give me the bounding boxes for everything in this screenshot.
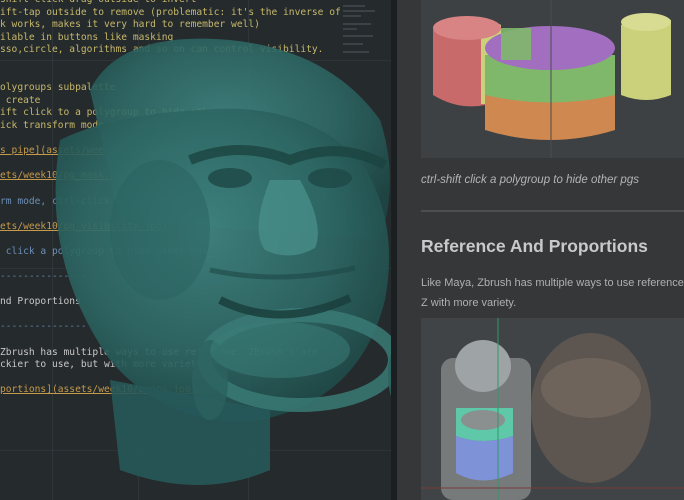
- code-line[interactable]: ick transform mode to mask all other pgs: [0, 120, 400, 133]
- code-line[interactable]: [0, 208, 400, 221]
- code-line[interactable]: olygroups subpalette: [0, 82, 400, 95]
- polygroup-visibility-image: [421, 0, 684, 158]
- code-line[interactable]: [0, 309, 400, 322]
- code-line[interactable]: [0, 133, 400, 146]
- minimap[interactable]: [335, 0, 387, 80]
- horizontal-rule: [421, 210, 684, 212]
- reference-proportions-image: [421, 318, 684, 500]
- markdown-preview[interactable]: ctrl-shift click a polygroup to hide oth…: [397, 0, 684, 500]
- code-line[interactable]: [0, 284, 400, 297]
- code-line[interactable]: ---------------: [0, 271, 400, 284]
- code-line[interactable]: create: [0, 95, 400, 108]
- section-paragraph: Like Maya, Zbrush has multiple ways to u…: [421, 277, 684, 309]
- code-line[interactable]: ckier to use, but with more variety.: [0, 359, 400, 372]
- code-line[interactable]: rm mode, ctrl-click a polygroup to mask …: [0, 196, 400, 209]
- code-line[interactable]: ets/week10/pg_visibility.jpg): [0, 221, 400, 234]
- code-line[interactable]: [0, 334, 400, 347]
- code-line[interactable]: [0, 372, 400, 385]
- code-line[interactable]: [0, 233, 400, 246]
- code-line[interactable]: s pipe](assets/week10/pg_pipe.jpg): [0, 145, 400, 158]
- code-line[interactable]: ift click to a polygroup to hide others: [0, 107, 400, 120]
- code-line[interactable]: click a polygroup to hide other pgs_: [0, 246, 400, 259]
- code-line[interactable]: [0, 183, 400, 196]
- code-line[interactable]: Zbrush has multiple ways to use referenc…: [0, 347, 400, 360]
- code-line[interactable]: [0, 158, 400, 171]
- code-line[interactable]: ets/week10/pg_mask.jpg): [0, 170, 400, 183]
- grid-line: [0, 450, 400, 451]
- image-caption: ctrl-shift click a polygroup to hide oth…: [421, 174, 639, 186]
- code-line[interactable]: ---------------: [0, 321, 400, 334]
- code-line[interactable]: [0, 258, 400, 271]
- code-line[interactable]: portions](assets/week10/props.jpg): [0, 384, 400, 397]
- section-heading: Reference And Proportions: [421, 236, 648, 256]
- code-line[interactable]: nd Proportions: [0, 296, 400, 309]
